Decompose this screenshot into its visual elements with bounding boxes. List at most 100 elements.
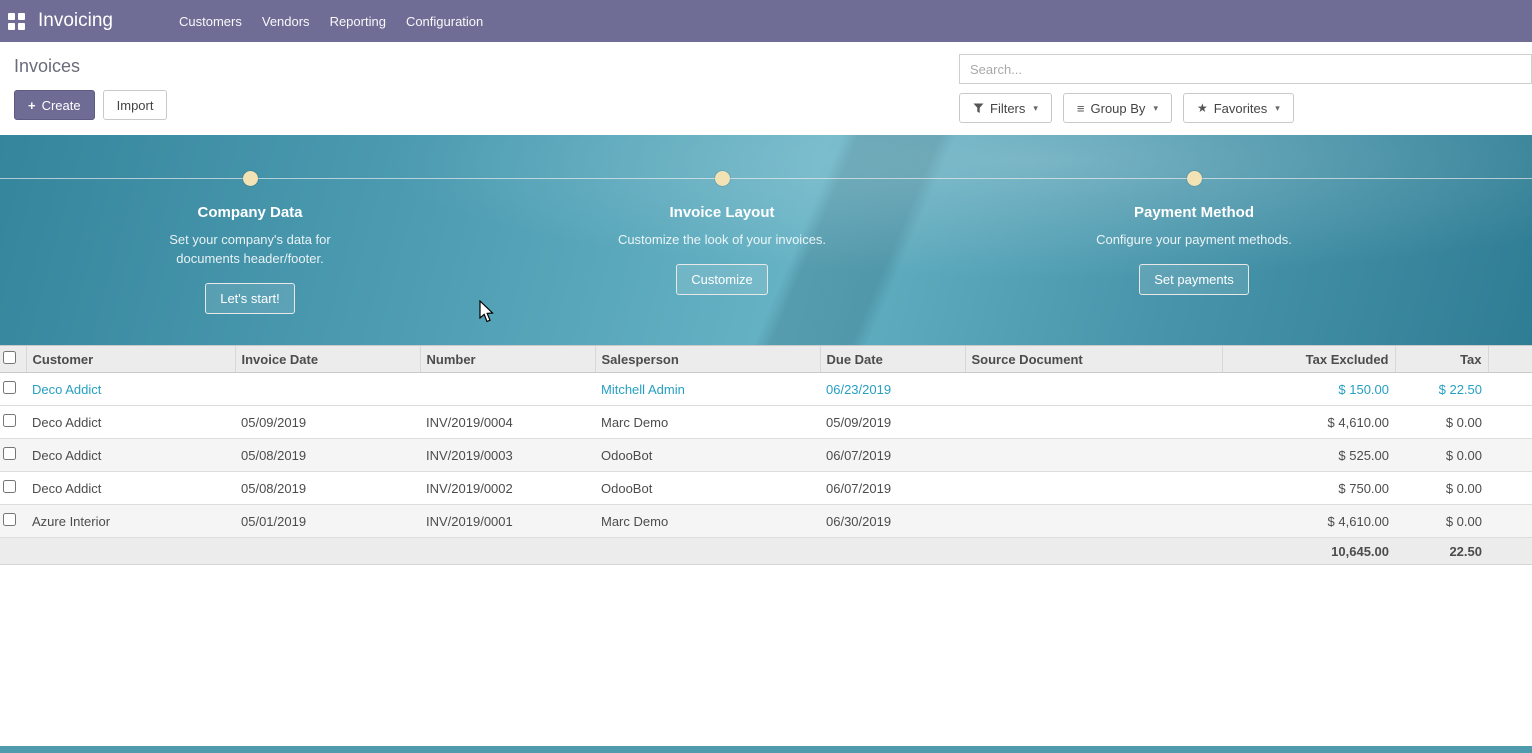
cell-source-document [965,439,1222,472]
cell-invoice-date: 05/01/2019 [235,505,420,538]
cell-due-date: 06/30/2019 [820,505,965,538]
timeline-dot [715,171,730,186]
column-header-invoice-date[interactable]: Invoice Date [235,346,420,373]
cell-filler [1488,406,1532,439]
row-checkbox[interactable] [3,447,16,460]
caret-down-icon: ▾ [1153,103,1158,114]
totals-row: 10,645.00 22.50 [0,538,1532,565]
step-title: Company Data [197,204,302,221]
set-payments-button[interactable]: Set payments [1139,264,1249,295]
cell-filler [1488,505,1532,538]
menu-vendors[interactable]: Vendors [252,0,320,42]
apps-grid-icon[interactable] [8,13,25,30]
import-button[interactable]: Import [103,90,168,120]
cell-salesperson: Mitchell Admin [595,373,820,406]
cell-tax-excluded: $ 4,610.00 [1222,406,1395,439]
onboarding-step-invoice-layout: Invoice Layout Customize the look of you… [486,171,958,314]
customize-button[interactable]: Customize [676,264,767,295]
favorites-button-label: Favorites [1214,101,1267,116]
row-checkbox-cell [0,505,26,538]
table-row[interactable]: Azure Interior 05/01/2019 INV/2019/0001 … [0,505,1532,538]
table-row[interactable]: Deco Addict 05/08/2019 INV/2019/0003 Odo… [0,439,1532,472]
group-by-button-label: Group By [1091,101,1146,116]
cell-customer: Deco Addict [26,472,235,505]
search-box [959,54,1532,84]
cell-number: INV/2019/0002 [420,472,595,505]
bottom-strip [0,746,1532,753]
total-tax-excluded: 10,645.00 [1222,538,1395,565]
column-header-customer[interactable]: Customer [26,346,235,373]
cell-salesperson: OdooBot [595,439,820,472]
cell-tax-excluded: $ 750.00 [1222,472,1395,505]
page-title: Invoices [14,56,167,77]
timeline-dot [243,171,258,186]
cell-tax: $ 0.00 [1395,505,1488,538]
cell-source-document [965,373,1222,406]
create-button[interactable]: +Create [14,90,95,120]
cell-filler [1488,373,1532,406]
cell-number: INV/2019/0001 [420,505,595,538]
select-all-checkbox-cell [0,346,26,373]
column-header-number[interactable]: Number [420,346,595,373]
search-input[interactable] [960,55,1531,83]
invoice-table-body: Deco Addict Mitchell Admin 06/23/2019 $ … [0,373,1532,538]
table-row[interactable]: Deco Addict 05/09/2019 INV/2019/0004 Mar… [0,406,1532,439]
cell-filler [1488,439,1532,472]
cell-tax: $ 0.00 [1395,472,1488,505]
caret-down-icon: ▾ [1033,103,1038,114]
group-by-button[interactable]: ≡ Group By ▾ [1063,93,1172,123]
app-name[interactable]: Invoicing [38,10,113,32]
menu-customers[interactable]: Customers [169,0,252,42]
cell-tax: $ 0.00 [1395,406,1488,439]
column-header-source-document[interactable]: Source Document [965,346,1222,373]
row-checkbox[interactable] [3,414,16,427]
cell-due-date: 06/07/2019 [820,472,965,505]
select-all-checkbox[interactable] [3,351,16,364]
cell-filler [1488,472,1532,505]
row-checkbox-cell [0,472,26,505]
filters-button[interactable]: Filters ▾ [959,93,1052,123]
menu-configuration[interactable]: Configuration [396,0,493,42]
favorites-button[interactable]: ★ Favorites ▾ [1183,93,1294,123]
favorites-star-icon: ★ [1197,101,1208,115]
cell-invoice-date [235,373,420,406]
cell-tax-excluded: $ 525.00 [1222,439,1395,472]
cell-customer: Azure Interior [26,505,235,538]
cell-source-document [965,406,1222,439]
row-checkbox[interactable] [3,513,16,526]
cell-source-document [965,472,1222,505]
row-checkbox-cell [0,406,26,439]
invoice-table: Customer Invoice Date Number Salesperson… [0,345,1532,565]
menu-reporting[interactable]: Reporting [320,0,396,42]
caret-down-icon: ▾ [1275,103,1280,114]
table-header-row: Customer Invoice Date Number Salesperson… [0,346,1532,373]
table-row[interactable]: Deco Addict 05/08/2019 INV/2019/0002 Odo… [0,472,1532,505]
row-checkbox[interactable] [3,381,16,394]
column-header-due-date[interactable]: Due Date [820,346,965,373]
cell-source-document [965,505,1222,538]
cell-customer: Deco Addict [26,406,235,439]
step-description: Configure your payment methods. [1096,231,1292,250]
group-by-icon: ≡ [1077,101,1085,116]
cell-due-date: 06/23/2019 [820,373,965,406]
cell-salesperson: Marc Demo [595,505,820,538]
lets-start-button[interactable]: Let's start! [205,283,295,314]
step-title: Invoice Layout [669,204,774,221]
cell-due-date: 06/07/2019 [820,439,965,472]
column-header-tax[interactable]: Tax [1395,346,1488,373]
step-description: Customize the look of your invoices. [618,231,826,250]
filter-icon [973,103,984,114]
table-row[interactable]: Deco Addict Mitchell Admin 06/23/2019 $ … [0,373,1532,406]
row-checkbox[interactable] [3,480,16,493]
step-title: Payment Method [1134,204,1254,221]
column-header-salesperson[interactable]: Salesperson [595,346,820,373]
row-checkbox-cell [0,439,26,472]
main-menu: Customers Vendors Reporting Configuratio… [169,0,493,42]
cell-salesperson: OdooBot [595,472,820,505]
cell-number: INV/2019/0003 [420,439,595,472]
cell-invoice-date: 05/08/2019 [235,439,420,472]
onboarding-step-payment-method: Payment Method Configure your payment me… [958,171,1430,314]
cell-invoice-date: 05/08/2019 [235,472,420,505]
column-header-tax-excluded[interactable]: Tax Excluded [1222,346,1395,373]
cell-salesperson: Marc Demo [595,406,820,439]
